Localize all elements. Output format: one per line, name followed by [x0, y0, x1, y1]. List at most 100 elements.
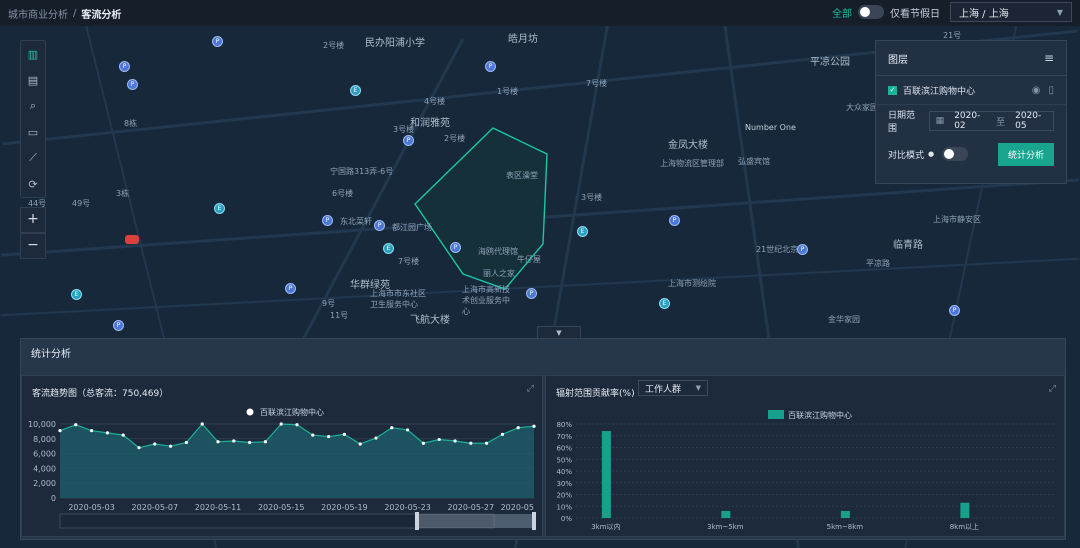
date-end[interactable]: 2020-05 — [1015, 111, 1047, 131]
comment-icon[interactable]: ▭ — [21, 119, 45, 145]
compare-toggle[interactable] — [942, 147, 969, 161]
holiday-toggle[interactable] — [858, 5, 884, 19]
map-label: 宁国路313弄-6号 — [330, 167, 394, 176]
ruler-icon[interactable]: ⟋ — [21, 145, 45, 171]
holiday-label[interactable]: 仅看节假日 — [890, 5, 940, 20]
zoom-slider-window — [417, 514, 534, 528]
trend-card: 客流趋势图（总客流：750,469） ⤢ 百联滨江购物中心 0 2,000 4,000… — [21, 375, 543, 537]
data-point — [374, 436, 378, 440]
building-icon[interactable]: ▥ — [21, 41, 45, 67]
menu-icon[interactable]: ≡ — [1044, 51, 1054, 65]
contrib-card: 辐射范围贡献率(%) 工作人群 ▼ ⤢ 百联滨江购物中心 0% 10% 20% 30% 4… — [545, 375, 1065, 537]
city-select[interactable]: 上海 / 上海 ▼ — [950, 2, 1072, 22]
parking-marker-icon[interactable]: P — [485, 61, 496, 72]
parking-marker-icon[interactable]: P — [450, 242, 461, 253]
eye-icon[interactable]: ◉ — [1032, 85, 1041, 96]
map-label: 上海市测绘院 — [668, 279, 716, 288]
calendar-icon: ▦ — [935, 116, 945, 126]
map-label: 上海市静安区 — [933, 215, 981, 224]
poi-marker-icon[interactable]: E — [659, 298, 670, 309]
layers-icon[interactable]: ▤ — [21, 67, 45, 93]
map-number-label: 11号 — [330, 311, 349, 320]
refresh-icon[interactable]: ⟳ — [21, 171, 45, 197]
y-tick-label: 80% — [556, 421, 572, 429]
stats-panel: 统计分析 客流趋势图（总客流：750,469） ⤢ 百联滨江购物中心 0 2,000… — [20, 338, 1066, 540]
x-tick-label: 2020-05-07 — [132, 503, 179, 512]
legend-marker — [768, 410, 784, 419]
parking-marker-icon[interactable]: P — [403, 135, 414, 146]
bar — [840, 510, 850, 518]
search-icon[interactable]: ⌕ — [21, 93, 45, 119]
all-label[interactable]: 全部 — [832, 5, 852, 20]
date-range-label: 日期范围 — [888, 111, 916, 134]
breadcrumb-current: 客流分析 — [81, 9, 122, 21]
parking-marker-icon[interactable]: P — [669, 215, 680, 226]
poi-marker-icon[interactable]: E — [383, 243, 394, 254]
zoom-out-button[interactable]: − — [20, 233, 46, 259]
x-tick-label: 2020-05-11 — [195, 503, 242, 512]
data-point — [358, 442, 362, 446]
compare-label: 对比模式 — [888, 150, 925, 161]
y-tick-label: 30% — [556, 480, 572, 488]
header-controls: 全部 仅看节假日 上海 / 上海 ▼ — [832, 2, 1072, 22]
zoom-in-button[interactable]: + — [20, 207, 46, 233]
poi-marker-icon[interactable]: E — [350, 85, 361, 96]
parking-marker-icon[interactable]: P — [526, 288, 537, 299]
parking-marker-icon[interactable]: P — [285, 283, 296, 294]
x-tick-label: 8km以上 — [950, 522, 979, 531]
poi-marker-icon[interactable]: E — [71, 289, 82, 300]
trash-icon[interactable]: ▯ — [1048, 85, 1054, 96]
parking-marker-icon[interactable]: P — [119, 61, 130, 72]
date-range-picker[interactable]: ▦ 2020-02 至 2020-05 — [928, 111, 1054, 131]
data-point — [311, 433, 315, 437]
mall-boundary[interactable] — [405, 124, 555, 294]
map-label: 平凉路 — [866, 259, 890, 268]
date-start[interactable]: 2020-02 — [954, 111, 986, 131]
x-tick-label: 2020-05-15 — [258, 503, 305, 512]
data-point — [279, 422, 283, 426]
parking-marker-icon[interactable]: P — [127, 79, 138, 90]
legend-marker — [246, 408, 254, 416]
data-point — [500, 432, 504, 436]
map-number-label: 2号楼 — [323, 41, 345, 50]
map-label: 都江园广场 — [392, 223, 432, 232]
metro-marker-icon[interactable] — [125, 235, 139, 244]
city-select-value: 上海 / 上海 — [959, 8, 1009, 20]
parking-marker-icon[interactable]: P — [212, 36, 223, 47]
contrib-chart[interactable]: 百联滨江购物中心 0% 10% 20% 30% 40% 50% 60% 70% 80% 3km以内 3… — [546, 376, 1064, 536]
data-point — [469, 441, 473, 445]
map-number-label: 3号楼 — [393, 125, 415, 134]
data-point — [248, 440, 252, 445]
x-tick-label: 5km~8km — [827, 523, 864, 531]
y-tick-label: 40% — [556, 468, 572, 476]
parking-marker-icon[interactable]: P — [322, 215, 333, 226]
zoom-slider-handle — [532, 512, 536, 530]
data-point — [516, 426, 520, 430]
map-label: 平凉公园 — [810, 57, 850, 68]
layer-checkbox[interactable]: ✓ — [888, 85, 897, 95]
data-point — [406, 428, 410, 432]
analyze-button[interactable]: 统计分析 — [997, 142, 1054, 166]
map-number-label: 7号楼 — [398, 257, 420, 266]
trend-chart[interactable]: 百联滨江购物中心 0 2,000 4,000 6,000 8,000 10,000 2020-… — [22, 376, 542, 536]
map-label: 牛仔屋 — [517, 255, 541, 264]
toggle-knob — [860, 7, 870, 17]
map-label: 上海市高新技术创业服务中心 — [462, 285, 510, 316]
parking-marker-icon[interactable]: P — [949, 305, 960, 316]
poi-marker-icon[interactable]: E — [577, 226, 588, 237]
parking-marker-icon[interactable]: P — [797, 244, 808, 255]
poi-marker-icon[interactable]: E — [214, 203, 225, 214]
y-tick-label: 10,000 — [28, 420, 56, 429]
parking-marker-icon[interactable]: P — [113, 320, 124, 331]
map-number-label: 6号楼 — [332, 189, 354, 198]
map-number-label: 2号楼 — [444, 134, 466, 143]
layer-panel-title: 图层 — [888, 54, 908, 66]
data-point — [232, 439, 236, 443]
map-number-label: 4号楼 — [424, 97, 446, 106]
breadcrumb-parent[interactable]: 城市商业分析 — [8, 6, 68, 21]
x-tick-label: 3km以内 — [591, 522, 620, 531]
layer-row: ✓ 百联滨江购物中心 ◉ ▯ — [876, 76, 1066, 105]
parking-marker-icon[interactable]: P — [374, 220, 385, 231]
layer-name: 百联滨江购物中心 — [903, 86, 976, 97]
y-tick-label: 0 — [51, 494, 56, 503]
